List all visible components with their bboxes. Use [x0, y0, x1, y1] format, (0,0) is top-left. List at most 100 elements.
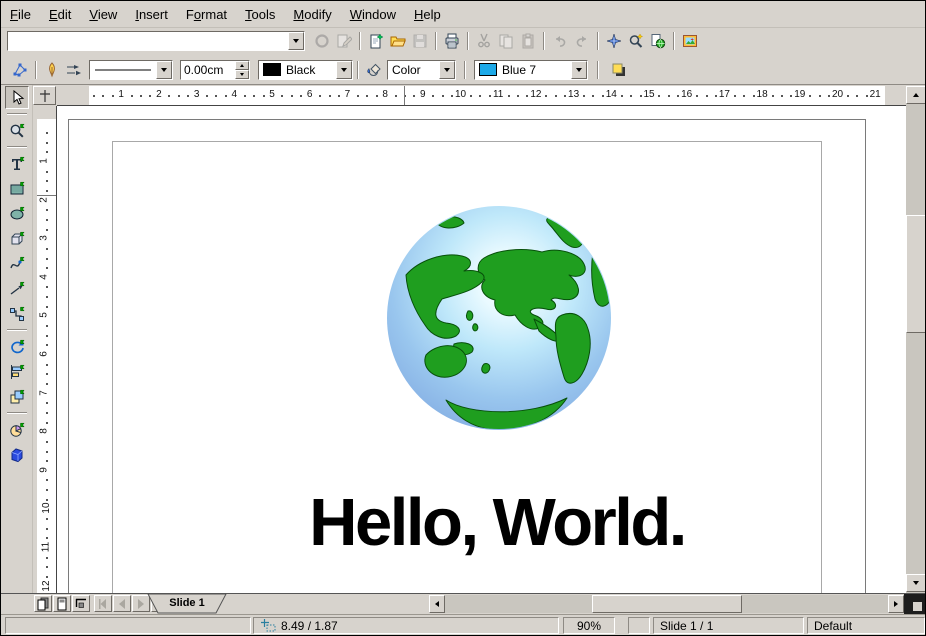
- open-icon[interactable]: [387, 30, 409, 52]
- first-slide-button[interactable]: [94, 595, 112, 612]
- chevron-down-icon[interactable]: [439, 61, 455, 79]
- stop-icon[interactable]: [311, 30, 333, 52]
- gallery-icon: [682, 33, 698, 49]
- hruler-number: 8: [382, 89, 388, 100]
- chevron-down-icon[interactable]: [571, 61, 587, 79]
- chevron-down-icon[interactable]: [156, 61, 172, 79]
- chevron-down-icon[interactable]: [336, 61, 352, 79]
- slide-view-button[interactable]: [34, 595, 52, 612]
- menu-item-edit[interactable]: Edit: [40, 4, 80, 25]
- area-style-icon[interactable]: [363, 59, 385, 81]
- text-tool[interactable]: [5, 152, 29, 175]
- pen-icon[interactable]: [41, 59, 63, 81]
- line-width-input[interactable]: [181, 61, 235, 79]
- spin-up-icon[interactable]: [235, 61, 249, 70]
- gallery-icon[interactable]: [679, 30, 701, 52]
- paste-icon[interactable]: [517, 30, 539, 52]
- slide-tab-bar: Slide 1: [1, 593, 925, 614]
- menu-item-help[interactable]: Help: [405, 4, 450, 25]
- slide-title-text[interactable]: Hello, World.: [237, 488, 757, 558]
- resize-corner[interactable]: [904, 594, 925, 614]
- vruler-number: 4: [38, 274, 49, 280]
- first-slide-button: [95, 596, 111, 612]
- vertical-scrollbar-thumb[interactable]: [906, 215, 926, 333]
- menu-item-insert[interactable]: Insert: [126, 4, 177, 25]
- hyperlink-icon[interactable]: [647, 30, 669, 52]
- ruler-origin-button[interactable]: [33, 86, 56, 105]
- select-tool[interactable]: [5, 86, 29, 109]
- menu-item-window[interactable]: Window: [341, 4, 405, 25]
- copy-icon[interactable]: [495, 30, 517, 52]
- url-combobox[interactable]: [7, 31, 305, 51]
- vertical-ruler[interactable]: 123456789101112: [37, 106, 57, 593]
- new-document-icon[interactable]: [365, 30, 387, 52]
- status-style[interactable]: Default: [807, 617, 925, 634]
- curve-tool[interactable]: [5, 252, 29, 275]
- menu-item-format[interactable]: Format: [177, 4, 236, 25]
- shadow-icon[interactable]: [608, 59, 630, 81]
- hruler-number: 9: [420, 89, 426, 100]
- rotate-tool: [9, 339, 25, 355]
- save-icon[interactable]: [409, 30, 431, 52]
- scroll-right-button[interactable]: [888, 595, 904, 613]
- fill-type-combobox[interactable]: Color: [387, 60, 456, 80]
- scroll-down-button[interactable]: [906, 574, 926, 592]
- hruler-number: 21: [870, 89, 881, 100]
- horizontal-scrollbar[interactable]: [429, 595, 904, 613]
- print-icon[interactable]: [441, 30, 463, 52]
- connector-tool[interactable]: [5, 302, 29, 325]
- fill-color-combobox[interactable]: Blue 7: [474, 60, 588, 80]
- globe-image[interactable]: [384, 203, 614, 433]
- alignment-tool[interactable]: [5, 360, 29, 383]
- horizontal-ruler[interactable]: 123456789101112131415161718192021: [57, 86, 906, 106]
- menu-item-tools[interactable]: Tools: [236, 4, 284, 25]
- line-width-spinner[interactable]: [180, 60, 250, 80]
- rotate-tool[interactable]: [5, 335, 29, 358]
- previous-slide-button[interactable]: [113, 595, 131, 612]
- undo-icon: [552, 33, 568, 49]
- status-zoom[interactable]: 90%: [563, 617, 615, 634]
- edit-file-icon: [336, 33, 352, 49]
- toolbar-separator: [7, 146, 27, 148]
- horizontal-scrollbar-thumb[interactable]: [592, 595, 742, 613]
- hruler-number: 3: [194, 89, 200, 100]
- edit-points-icon[interactable]: [9, 59, 31, 81]
- ellipse-tool[interactable]: [5, 202, 29, 225]
- zoom-tool[interactable]: [5, 119, 29, 142]
- status-bar: 8.49 / 1.8790% Slide 1 / 1Default: [1, 614, 925, 636]
- hruler-number: 5: [269, 89, 275, 100]
- chevron-down-icon[interactable]: [288, 32, 304, 50]
- menu-item-view[interactable]: View: [80, 4, 126, 25]
- navigator-icon[interactable]: [603, 30, 625, 52]
- edit-file-icon[interactable]: [333, 30, 355, 52]
- menu-item-file[interactable]: File: [1, 4, 40, 25]
- status-position[interactable]: 8.49 / 1.87: [253, 617, 559, 634]
- vruler-number: 9: [38, 467, 49, 473]
- redo-icon[interactable]: [571, 30, 593, 52]
- line-color-combobox[interactable]: Black: [258, 60, 353, 80]
- url-input[interactable]: [12, 33, 284, 49]
- vertical-scrollbar[interactable]: [906, 86, 926, 593]
- arrow-style-icon[interactable]: [63, 59, 85, 81]
- rectangle-tool[interactable]: [5, 177, 29, 200]
- spin-down-icon[interactable]: [235, 70, 249, 79]
- master-view-button[interactable]: [53, 595, 71, 612]
- slide-tab[interactable]: Slide 1: [147, 594, 227, 614]
- scroll-left-button[interactable]: [429, 595, 445, 613]
- arrow-style-icon: [66, 62, 82, 78]
- cut-icon[interactable]: [473, 30, 495, 52]
- layer-view-button[interactable]: [72, 595, 90, 612]
- scroll-up-button[interactable]: [906, 86, 926, 104]
- 3d-controller-tool[interactable]: [5, 443, 29, 466]
- line-style-combobox[interactable]: [89, 60, 173, 80]
- insert-tool[interactable]: [5, 418, 29, 441]
- undo-icon[interactable]: [549, 30, 571, 52]
- lines-arrows-tool[interactable]: [5, 277, 29, 300]
- menu-item-modify[interactable]: Modify: [284, 4, 340, 25]
- status-slide[interactable]: Slide 1 / 1: [653, 617, 804, 634]
- 3d-objects-tool[interactable]: [5, 227, 29, 250]
- zoom-icon[interactable]: [625, 30, 647, 52]
- curve-tool: [9, 256, 25, 272]
- slide-canvas[interactable]: Hello, World.: [57, 106, 906, 593]
- arrange-tool[interactable]: [5, 385, 29, 408]
